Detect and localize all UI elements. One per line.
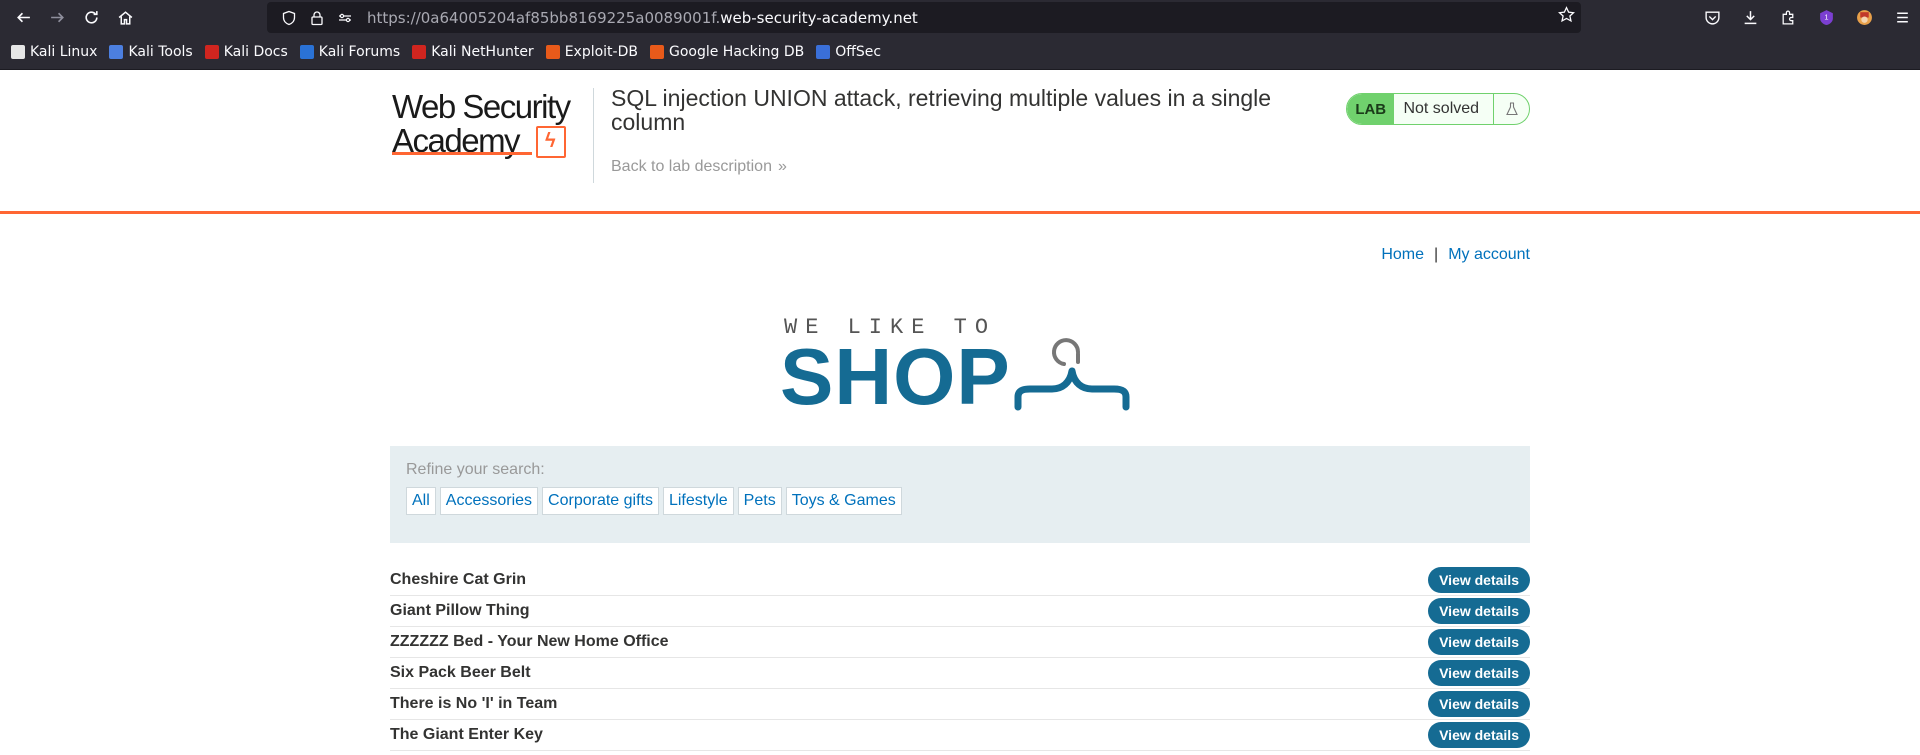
product-name: The Giant Enter Key — [390, 726, 543, 743]
view-details-button[interactable]: View details — [1428, 660, 1530, 686]
category-filter-link[interactable]: Corporate gifts — [542, 487, 659, 515]
category-filters: All Accessories Corporate gifts Lifestyle Pe… — [406, 487, 1514, 515]
product-name: Six Pack Beer Belt — [390, 664, 531, 681]
bookmark-favicon-icon — [545, 45, 560, 59]
category-filter-link[interactable]: Pets — [737, 487, 782, 515]
product-row: Six Pack Beer Belt View details — [390, 658, 1530, 689]
category-filter-link[interactable]: Toys & Games — [785, 487, 902, 515]
product-row: The Giant Enter Key View details — [390, 720, 1530, 751]
pocket-icon[interactable] — [1694, 2, 1730, 32]
bookmark-item[interactable]: Google Hacking DB — [649, 44, 805, 60]
logo-bolt-icon — [536, 126, 566, 158]
bookmark-favicon-icon — [109, 45, 124, 59]
shop-banner: WE LIKE TO SHOP — [780, 315, 1136, 417]
bookmark-label: OffSec — [835, 44, 882, 60]
lab-title: SQL injection UNION attack, retrieving m… — [611, 85, 1272, 135]
lab-header: Web Security Academy SQL injection UNION… — [0, 70, 1920, 214]
browser-toolbar: https://0a64005204af85bb8169225a0089001f… — [0, 0, 1920, 35]
logo-line1: Web Security — [392, 88, 571, 125]
downloads-icon[interactable] — [1732, 2, 1768, 32]
menu-icon[interactable] — [1884, 2, 1920, 32]
product-name: ZZZZZZ Bed - Your New Home Office — [390, 633, 669, 650]
bookmark-label: Exploit-DB — [564, 44, 638, 60]
lock-icon[interactable] — [305, 6, 329, 30]
address-bar[interactable]: https://0a64005204af85bb8169225a0089001f… — [267, 2, 1581, 33]
bookmark-favicon-icon — [299, 45, 314, 59]
top-nav: Home | My account — [1381, 246, 1530, 264]
account-avatar-icon[interactable] — [1846, 2, 1882, 32]
home-link[interactable]: Home — [1381, 246, 1424, 264]
academy-logo[interactable]: Web Security Academy — [392, 90, 572, 165]
reload-icon[interactable] — [74, 3, 108, 33]
view-details-button[interactable]: View details — [1428, 691, 1530, 717]
bookmark-item[interactable]: Kali Tools — [109, 44, 193, 60]
bookmark-favicon-icon — [204, 45, 219, 59]
bookmark-item[interactable]: Kali Forums — [299, 44, 401, 60]
product-name: Cheshire Cat Grin — [390, 571, 527, 588]
lab-status-widget: LAB Not solved — [1346, 93, 1530, 125]
bookmark-label: Kali Docs — [223, 44, 288, 60]
bookmarks-bar: Kali Linux Kali Tools Kali Docs Kali Forums… — [0, 35, 1920, 70]
product-name: There is No 'I' in Team — [390, 695, 558, 712]
back-icon[interactable] — [6, 3, 40, 33]
forward-icon[interactable] — [40, 3, 74, 33]
product-list: Cheshire Cat Grin View details Giant Pillo… — [390, 565, 1530, 751]
banner-shop-text: SHOP — [780, 332, 1011, 421]
bookmark-favicon-icon — [11, 45, 25, 59]
category-filter-link[interactable]: Lifestyle — [662, 487, 734, 515]
bookmark-item[interactable]: Kali Linux — [11, 44, 97, 60]
product-row: Cheshire Cat Grin View details — [390, 565, 1530, 596]
web-page: Web Security Academy SQL injection UNION… — [0, 70, 1920, 755]
refine-label: Refine your search: — [406, 461, 545, 478]
flask-icon — [1493, 94, 1529, 124]
view-details-button[interactable]: View details — [1428, 598, 1530, 624]
shield-icon[interactable] — [277, 6, 301, 30]
svg-text:1: 1 — [1824, 12, 1828, 21]
bookmark-item[interactable]: Exploit-DB — [545, 44, 638, 60]
category-filter-link[interactable]: Accessories — [439, 487, 539, 515]
bookmark-label: Google Hacking DB — [668, 44, 805, 60]
bookmark-item[interactable]: Kali NetHunter — [412, 44, 534, 60]
bookmark-label: Kali Forums — [318, 44, 401, 60]
bookmark-star-icon[interactable] — [1558, 6, 1575, 28]
product-row: Giant Pillow Thing View details — [390, 596, 1530, 627]
double-chevron-right-icon: » — [777, 158, 787, 175]
product-name: Giant Pillow Thing — [390, 602, 530, 619]
bookmark-favicon-icon — [649, 45, 664, 59]
nav-separator: | — [1434, 246, 1439, 263]
bookmark-favicon-icon — [816, 45, 831, 59]
product-row: ZZZZZZ Bed - Your New Home Office View de… — [390, 627, 1530, 658]
bookmark-favicon-icon — [412, 45, 427, 59]
product-row: There is No 'I' in Team View details — [390, 689, 1530, 720]
logo-underline — [392, 152, 532, 155]
hanger-icon — [1014, 338, 1130, 411]
back-to-lab-description-link[interactable]: Back to lab description » — [611, 158, 787, 176]
home-icon[interactable] — [108, 3, 142, 33]
back-link-label: Back to lab description — [611, 158, 772, 175]
view-details-button[interactable]: View details — [1428, 629, 1530, 655]
header-divider — [593, 88, 594, 183]
permissions-icon[interactable] — [333, 6, 357, 30]
view-details-button[interactable]: View details — [1428, 567, 1530, 593]
view-details-button[interactable]: View details — [1428, 722, 1530, 748]
my-account-link[interactable]: My account — [1448, 246, 1530, 264]
lab-badge: LAB — [1347, 94, 1395, 124]
lab-status-text: Not solved — [1403, 100, 1480, 117]
bookmark-label: Kali NetHunter — [431, 44, 534, 60]
bookmark-item[interactable]: OffSec — [816, 44, 881, 60]
bookmark-item[interactable]: Kali Docs — [204, 44, 288, 60]
extension-badge-icon[interactable]: 1 — [1808, 2, 1844, 32]
bookmark-label: Kali Linux — [30, 44, 98, 60]
refine-search-panel: Refine your search: All Accessories Corpor… — [390, 446, 1530, 543]
bookmark-label: Kali Tools — [128, 44, 193, 60]
url-text: https://0a64005204af85bb8169225a0089001f… — [367, 8, 918, 27]
category-filter-link[interactable]: All — [406, 487, 436, 515]
extensions-icon[interactable] — [1770, 2, 1806, 32]
